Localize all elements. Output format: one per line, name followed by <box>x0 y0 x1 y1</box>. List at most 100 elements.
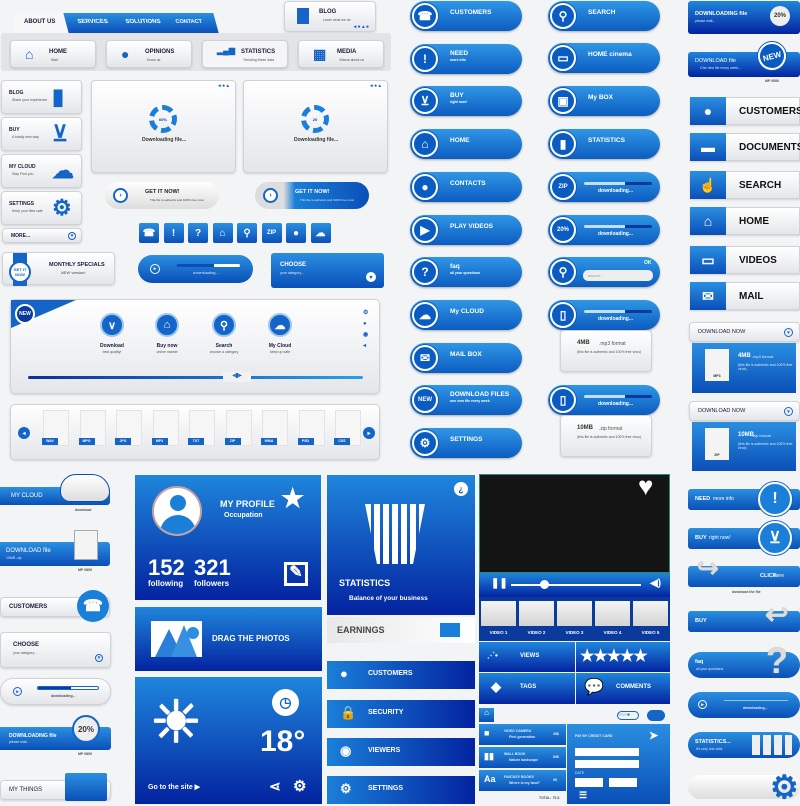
star-rating[interactable]: ★★★★★ <box>580 646 648 666</box>
download-now-header[interactable]: DOWNLOAD NOW ▾ <box>689 401 800 421</box>
tile-videos[interactable]: ▭ VIDEOS <box>690 246 800 274</box>
menu-item-viewers[interactable]: ◉ VIEWERS <box>327 738 475 766</box>
info-icon[interactable]: ¿ <box>454 482 468 496</box>
tile-search[interactable]: ☝ SEARCH <box>690 171 800 199</box>
location-button[interactable]: ● <box>286 223 306 243</box>
search-button[interactable]: ⚲ <box>237 223 257 243</box>
basket-button[interactable]: ⌂ <box>212 223 233 243</box>
pause-button[interactable]: ❚❚ <box>491 578 508 589</box>
nav-item-statistics[interactable]: ▂▄▆ STATISTICS Trending these data <box>202 40 288 68</box>
side-card-blog[interactable]: BLOG Share your experience ▮ <box>1 80 82 114</box>
nav-item-opinions[interactable]: ● OPINIONS Know us <box>106 40 192 68</box>
pill-b[interactable]: 20% downloading... <box>548 215 660 245</box>
tile-documents[interactable]: ▬ DOCUMENTS <box>690 133 800 161</box>
drag-photos-dropzone[interactable]: DRAG THE PHOTOS <box>135 607 322 671</box>
download-progress-pill[interactable]: ▸ downloading... <box>138 255 253 283</box>
toggle-knob[interactable] <box>647 710 665 721</box>
tile-home[interactable]: ⌂ HOME <box>690 207 800 235</box>
pill-b[interactable]: ▯ downloading... <box>548 385 660 415</box>
side-card-settings[interactable]: SETTINGS Keep your files safe ⚙ <box>1 191 82 225</box>
video-screen[interactable]: ♥ <box>479 471 670 573</box>
pill-mail-box[interactable]: ✉ MAIL BOX <box>410 342 522 373</box>
right-button-downloading[interactable]: ▸ downloading... <box>688 692 800 718</box>
choose-select[interactable]: CHOOSE your category... ▾ <box>0 632 111 668</box>
seek-bar[interactable] <box>511 584 641 586</box>
video-thumb[interactable] <box>481 601 516 626</box>
side-card-buy[interactable]: BUY A totally new way ⊻ <box>1 117 82 151</box>
cart-tab[interactable]: ⌂ <box>479 708 494 722</box>
pill-b[interactable]: ▭ HOME cinema <box>548 43 660 73</box>
question-button[interactable]: ? <box>188 223 208 243</box>
star-icon[interactable]: ★ <box>593 648 607 665</box>
ok-button[interactable]: OK <box>644 260 652 266</box>
zip-button[interactable]: ZIP <box>261 223 282 243</box>
tags-cell[interactable]: ◆ TAGS <box>479 673 575 704</box>
menu-item-settings[interactable]: ⚙ SETTINGS <box>327 776 475 804</box>
blog-card[interactable]: BLOG Learn what we do ◂ ● ▴ ● <box>284 1 376 32</box>
toggle-switch[interactable]: ○○○● <box>617 711 639 720</box>
share-icons[interactable]: ◂ ● ▴ <box>370 83 381 89</box>
play-icon[interactable]: ▸ <box>698 700 707 709</box>
prev-arrow-icon[interactable]: ◂ <box>18 427 30 439</box>
gear-icon[interactable]: ⚙ <box>293 777 306 795</box>
side-card-my-cloud[interactable]: MY CLOUD Stay Find you ☁ <box>1 154 82 188</box>
video-thumb[interactable] <box>519 601 554 626</box>
pill-customers[interactable]: ☎ CUSTOMERS <box>410 1 522 31</box>
pill-home[interactable]: ⌂ HOME <box>410 129 522 160</box>
comments-cell[interactable]: 💬 COMMENTS <box>576 673 670 704</box>
download-pill[interactable]: ▸ downloading... <box>0 678 111 705</box>
pill-b[interactable]: ▣ My BOX <box>548 86 660 116</box>
views-cell[interactable]: ⋰• VIEWS <box>479 642 575 672</box>
list-icon[interactable]: ☰ <box>579 790 587 801</box>
pill-my-cloud[interactable]: ☁ My CLOUD <box>410 299 522 330</box>
shop-item[interactable]: ■ VIDEO CAMERA Find generation 49$ <box>479 724 566 745</box>
get-it-now-button[interactable]: › GET IT NOW! This file is authentic and 1… <box>105 182 219 209</box>
pill-b[interactable]: ▮ STATISTICS <box>548 129 660 159</box>
year-select[interactable] <box>609 778 637 787</box>
menu-item-security[interactable]: 🔒 SECURITY <box>327 700 475 728</box>
pill-settings[interactable]: ⚙ SETTINGS <box>410 428 522 458</box>
seek-handle[interactable] <box>539 580 549 589</box>
star-icon[interactable]: ★ <box>620 648 634 665</box>
slider-controls[interactable]: ◂▮▸ <box>223 372 251 382</box>
nav-item-media[interactable]: ▦ MEDIA Videos about us <box>298 40 384 68</box>
card-name-input[interactable] <box>575 760 639 768</box>
volume-icon[interactable]: ◀) <box>650 578 661 589</box>
pill-b[interactable]: ⚲ SEARCH <box>548 1 660 31</box>
share-icons[interactable]: ◂ ● ▴ <box>218 83 229 89</box>
share-icons[interactable]: ◂ ● ▴ ● <box>354 24 369 30</box>
exclamation-button[interactable]: ! <box>163 223 184 243</box>
monthly-specials-card[interactable]: GET IT NOW MONTHLY SPECIALS NEW version! <box>2 252 115 286</box>
star-icon[interactable]: ★ <box>607 648 621 665</box>
pill-need[interactable]: ! NEED more info <box>410 43 522 74</box>
search-input[interactable]: search... <box>583 270 653 281</box>
pill-faq[interactable]: ? faq all your questions <box>410 257 522 288</box>
video-thumb[interactable] <box>557 601 592 626</box>
rating-cell[interactable]: ★★★★★ <box>576 642 670 672</box>
feature-search-icon[interactable]: ⚲ <box>212 313 236 337</box>
play-icon[interactable]: ▸ <box>13 687 22 696</box>
pill-buy[interactable]: ⊻ BUY right now! <box>410 86 522 117</box>
star-icon[interactable]: ★ <box>580 648 594 665</box>
download-now-header[interactable]: DOWNLOAD NOW ▾ <box>689 322 800 342</box>
tile-mail[interactable]: ✉ MAIL <box>690 282 800 310</box>
more-button[interactable]: MORE... ▾ <box>2 228 82 243</box>
video-thumb[interactable] <box>595 601 630 626</box>
tab-about[interactable]: ABOUT US <box>14 12 66 34</box>
edit-icon[interactable]: ✎ <box>284 562 308 586</box>
pill-play-videos[interactable]: ▶ PLAY VIDEOS <box>410 214 522 245</box>
pill-download-files[interactable]: NEW DOWNLOAD FILES one new file every week <box>410 385 522 416</box>
nav-item-home[interactable]: ⌂ HOME Start <box>10 40 96 68</box>
cloud-button[interactable]: ☁ <box>310 223 331 243</box>
choose-category-select[interactable]: CHOOSE your category... ▾ <box>271 253 384 288</box>
tab-solutions[interactable]: SOLUTIONS <box>109 13 167 33</box>
shop-item[interactable]: Aa FANTASY BOOKS Where is my land? 9$ <box>479 770 566 791</box>
star-icon[interactable]: ★ <box>633 648 647 665</box>
pill-b[interactable]: ZIP downloading... <box>548 172 660 202</box>
next-arrow-icon[interactable]: ▸ <box>363 427 375 439</box>
feature-my-cloud-icon[interactable]: ☁ <box>268 313 292 337</box>
video-thumb[interactable] <box>633 601 668 626</box>
menu-item-customers[interactable]: ● CUSTOMERS <box>327 661 475 689</box>
tile-customers[interactable]: ● CUSTOMERS <box>690 97 800 125</box>
go-to-site-link[interactable]: Go to the site ▶ <box>148 783 200 791</box>
